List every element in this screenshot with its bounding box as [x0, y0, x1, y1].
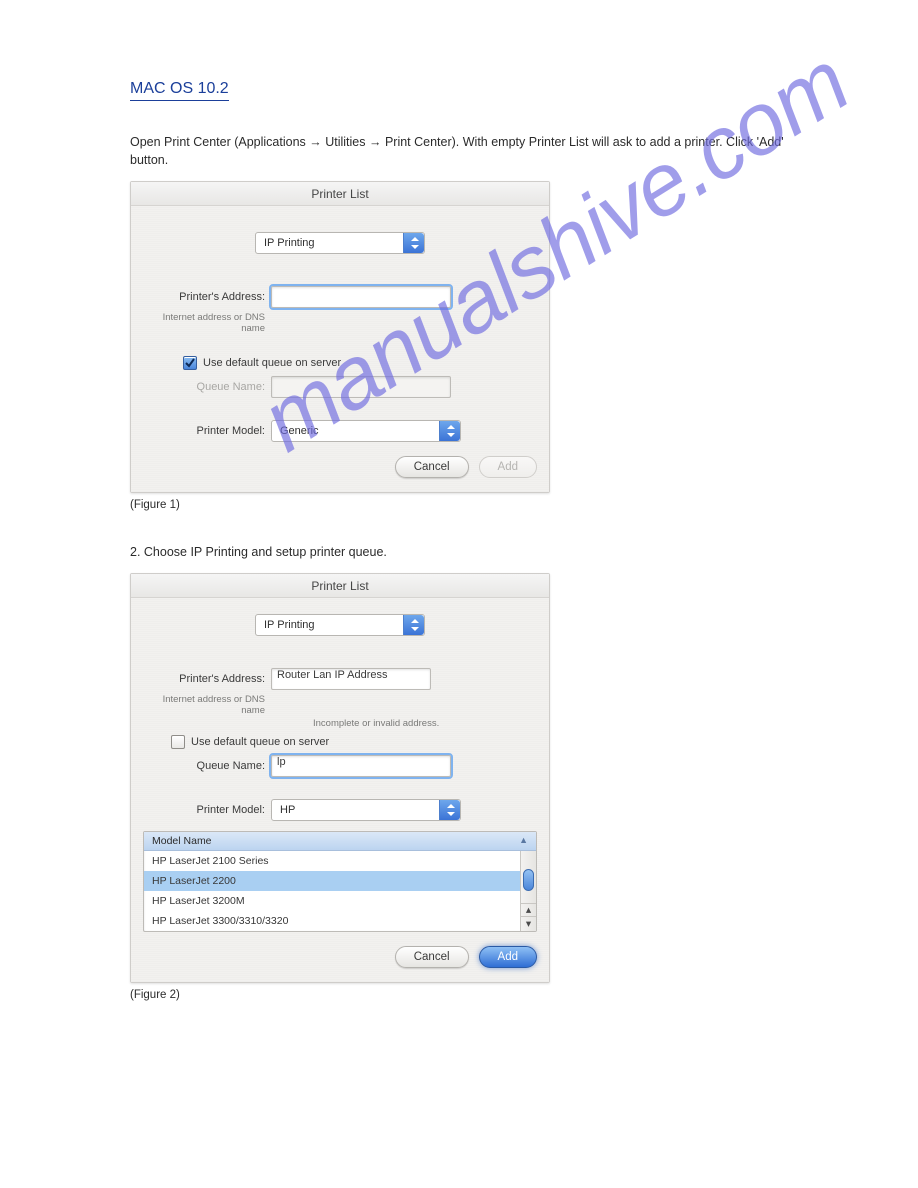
address-input[interactable] — [271, 286, 451, 308]
add-button: Add — [479, 456, 537, 478]
cancel-button[interactable]: Cancel — [395, 946, 469, 968]
dialog-title: Printer List — [131, 182, 549, 206]
step-2-text: 2. Choose IP Printing and setup printer … — [130, 543, 788, 561]
model-list[interactable]: Model Name ▲ HP LaserJet 2100 Series HP … — [143, 831, 537, 932]
protocol-select-value: IP Printing — [264, 619, 315, 631]
scroll-up-icon[interactable]: ▴ — [521, 903, 536, 917]
protocol-select-value: IP Printing — [264, 237, 315, 249]
protocol-select[interactable]: IP Printing — [255, 614, 425, 636]
address-label: Printer's Address: — [143, 673, 271, 685]
printer-model-select[interactable]: Generic — [271, 420, 461, 442]
model-row[interactable]: HP LaserJet 3200M — [144, 891, 536, 911]
queue-name-label: Queue Name: — [171, 760, 271, 772]
queue-name-input — [271, 376, 451, 398]
check-icon — [185, 358, 195, 368]
updown-icon — [447, 804, 455, 816]
default-queue-checkbox[interactable] — [171, 735, 185, 749]
printer-list-dialog-2: Printer List IP Printing Printer's Addre… — [130, 573, 550, 983]
printer-model-value: HP — [280, 804, 295, 816]
updown-icon — [411, 619, 419, 631]
default-queue-checkbox[interactable] — [183, 356, 197, 370]
figure-2-label: (Figure 2) — [130, 989, 788, 1001]
printer-model-value: Generic — [280, 425, 319, 437]
cancel-button[interactable]: Cancel — [395, 456, 469, 478]
scroll-thumb[interactable] — [523, 869, 534, 891]
address-hint: Internet address or DNS name — [143, 312, 271, 334]
printer-model-select[interactable]: HP — [271, 799, 461, 821]
queue-name-label: Queue Name: — [183, 381, 271, 393]
figure-1-label: (Figure 1) — [130, 499, 788, 511]
scrollbar[interactable]: ▴ ▾ — [520, 851, 536, 931]
updown-icon — [447, 425, 455, 437]
address-label: Printer's Address: — [143, 291, 271, 303]
add-button[interactable]: Add — [479, 946, 537, 968]
address-hint: Internet address or DNS name — [143, 694, 271, 716]
queue-name-input[interactable]: lp — [271, 755, 451, 777]
sort-indicator-icon: ▲ — [519, 835, 528, 847]
model-list-header: Model Name ▲ — [144, 832, 536, 851]
intro-text: Open Print Center (Applications → Utilit… — [130, 133, 788, 169]
default-queue-label: Use default queue on server — [191, 736, 329, 748]
model-row[interactable]: HP LaserJet 3300/3310/3320 — [144, 911, 536, 931]
dialog-title: Printer List — [131, 574, 549, 598]
model-row[interactable]: HP LaserJet 2100 Series — [144, 851, 536, 871]
invalid-address-hint: Incomplete or invalid address. — [313, 718, 439, 729]
scroll-down-icon[interactable]: ▾ — [521, 917, 536, 931]
printer-model-label: Printer Model: — [143, 804, 271, 816]
printer-list-dialog-1: Printer List IP Printing Printer's Addre… — [130, 181, 550, 493]
model-row[interactable]: HP LaserJet 2200 — [144, 871, 536, 891]
address-input[interactable]: Router Lan IP Address — [271, 668, 431, 690]
protocol-select[interactable]: IP Printing — [255, 232, 425, 254]
page-heading: MAC OS 10.2 — [130, 80, 229, 101]
printer-model-label: Printer Model: — [143, 425, 271, 437]
updown-icon — [411, 237, 419, 249]
default-queue-label: Use default queue on server — [203, 357, 341, 369]
